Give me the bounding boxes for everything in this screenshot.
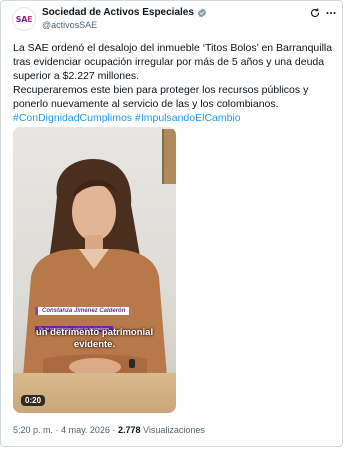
avatar[interactable]: SAE xyxy=(12,7,36,31)
tweet-hashtags: #ConDignidadCumplimos #ImpulsandoElCambi… xyxy=(13,111,335,125)
more-options-icon[interactable] xyxy=(325,7,337,19)
tweet-header: SAE Sociedad de Activos Especiales @acti… xyxy=(1,1,342,37)
hashtag-link[interactable]: #ConDignidadCumplimos xyxy=(13,112,132,124)
video-duration-badge: 0:20 xyxy=(21,395,46,406)
avatar-logo: SAE xyxy=(15,14,33,24)
hashtag-link[interactable]: #ImpulsandoElCambio xyxy=(135,112,241,124)
refresh-icon[interactable] xyxy=(309,7,321,19)
meta-separator: · xyxy=(55,425,59,435)
video-player[interactable]: Constanza Jiménez Calderón Dir. de segui… xyxy=(13,127,176,413)
account-name-row: Sociedad de Activos Especiales xyxy=(42,7,207,18)
caption-line: evidente. xyxy=(73,339,116,350)
account-handle[interactable]: @activosSAE xyxy=(42,20,97,30)
video-caption: un detrimento patrimonial evidente. xyxy=(13,327,176,351)
caption-line: un detrimento patrimonial xyxy=(35,327,154,338)
tweet-card: SAE Sociedad de Activos Especiales @acti… xyxy=(0,0,343,447)
views-label: Visualizaciones xyxy=(143,425,205,435)
meta-separator: · xyxy=(112,425,116,435)
tweet-paragraph-1: La SAE ordenó el desalojo del inmueble ‘… xyxy=(13,42,333,82)
tweet-paragraph-2: Recuperaremos este bien para proteger lo… xyxy=(13,84,309,110)
verified-badge-icon xyxy=(197,8,206,17)
video-person xyxy=(23,159,167,379)
video-table xyxy=(13,373,176,413)
views-count: 2.778 xyxy=(117,425,141,435)
tweet-meta: 5:20 p. m. · 4 may. 2026 · 2.778 Visuali… xyxy=(13,425,205,435)
tweet-date[interactable]: 4 may. 2026 xyxy=(61,425,110,435)
tweet-text: La SAE ordenó el desalojo del inmueble ‘… xyxy=(13,41,335,125)
display-name[interactable]: Sociedad de Activos Especiales xyxy=(42,7,194,18)
lower-third-name: Constanza Jiménez Calderón xyxy=(35,307,130,315)
tweet-time[interactable]: 5:20 p. m. xyxy=(13,425,53,435)
